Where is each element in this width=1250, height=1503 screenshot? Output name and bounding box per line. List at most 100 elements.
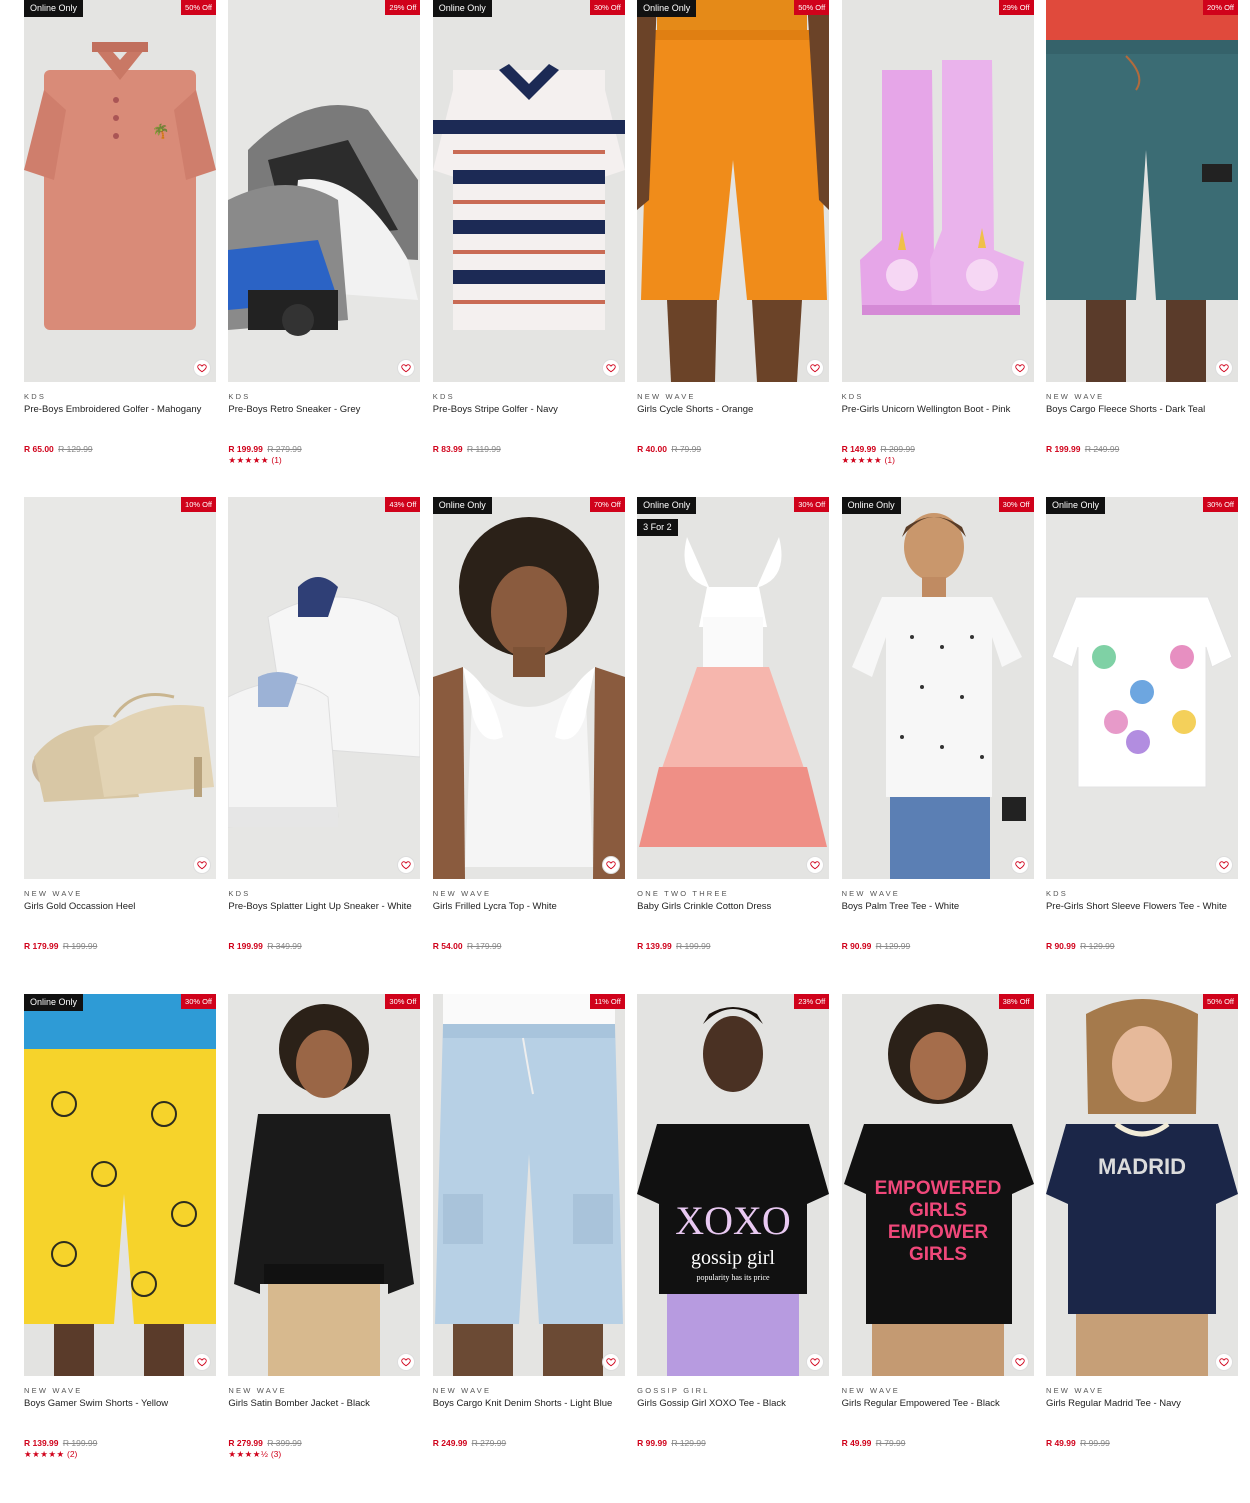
rating[interactable]: ★★★★★ (1)	[842, 455, 1034, 466]
product-card[interactable]: Online Only 30% Off NEW WAVE Boys Palm T…	[841, 497, 1034, 994]
product-name[interactable]: Boys Cargo Knit Denim Shorts - Light Blu…	[433, 1398, 625, 1430]
product-image[interactable]: 29% Off	[841, 0, 1034, 382]
product-card[interactable]: 29% Off KDS Pre-Boys Retro Sneaker - Gre…	[228, 0, 421, 497]
product-image[interactable]: 20% Off	[1045, 0, 1238, 382]
product-card[interactable]: Online Only 30% Off KDS Pre-Boys Stripe …	[432, 0, 625, 497]
product-name[interactable]: Girls Gold Occassion Heel	[24, 901, 216, 933]
product-card[interactable]: 43% Off KDS Pre-Boys Splatter Light Up S…	[228, 497, 421, 994]
product-card[interactable]: 20% Off NEW WAVE Boys Cargo Fleece Short…	[1045, 0, 1238, 497]
sale-price: R 199.99	[228, 941, 263, 951]
product-card[interactable]: Online Only 3 For 2 30% Off ONE TWO THRE…	[637, 497, 830, 994]
online-only-badge: Online Only	[24, 0, 84, 17]
original-price: R 199.99	[676, 941, 711, 951]
product-card[interactable]: EMPOWERED GIRLS EMPOWER GIRLS 38% Off NEW W…	[841, 994, 1034, 1491]
rating[interactable]: ★★★★½ (3)	[228, 1449, 420, 1460]
product-image[interactable]: Online Only 30% Off	[841, 497, 1034, 879]
discount-badge: 50% Off	[794, 0, 830, 15]
product-image[interactable]: EMPOWERED GIRLS EMPOWER GIRLS 38% Off	[841, 994, 1034, 1376]
original-price: R 279.99	[267, 444, 302, 454]
product-name[interactable]: Girls Regular Empowered Tee - Black	[842, 1398, 1034, 1430]
sale-price: R 49.99	[1045, 1438, 1076, 1448]
wishlist-button[interactable]	[1010, 359, 1029, 377]
product-card[interactable]: 29% Off KDS Pre-Girls Unicorn Wellington…	[841, 0, 1034, 497]
product-card[interactable]: 🌴 Online Only 50% Off KDS Pre-Boys Embro…	[24, 0, 216, 497]
product-photo	[24, 994, 216, 1376]
product-card[interactable]: MADRID 50% Off NEW WAVE Girls Regular Ma…	[1045, 994, 1238, 1491]
product-card[interactable]: 30% Off NEW WAVE Girls Satin Bomber Jack…	[228, 994, 421, 1491]
product-card[interactable]: Online Only 30% Off NEW WAVE Boys Gamer …	[24, 994, 216, 1491]
product-card[interactable]: Online Only 50% Off NEW WAVE Girls Cycle…	[637, 0, 830, 497]
wishlist-button[interactable]	[601, 359, 620, 377]
product-image[interactable]: 10% Off	[24, 497, 216, 879]
original-price: R 129.99	[671, 1438, 706, 1448]
sale-price: R 65.00	[24, 444, 54, 454]
product-name[interactable]: Girls Satin Bomber Jacket - Black	[228, 1398, 420, 1430]
product-name[interactable]: Pre-Boys Embroidered Golfer - Mahogany	[24, 404, 216, 436]
wishlist-button[interactable]	[601, 1353, 620, 1371]
product-name[interactable]: Girls Gossip Girl XOXO Tee - Black	[637, 1398, 829, 1430]
online-only-badge: Online Only	[841, 497, 901, 514]
product-name[interactable]: Boys Gamer Swim Shorts - Yellow	[24, 1398, 216, 1430]
product-image[interactable]: 29% Off	[228, 0, 421, 382]
rating[interactable]: ★★★★★ (2)	[24, 1449, 216, 1460]
product-name[interactable]: Boys Palm Tree Tee - White	[842, 901, 1034, 933]
heart-icon	[1014, 1358, 1025, 1367]
product-name[interactable]: Pre-Girls Short Sleeve Flowers Tee - Whi…	[1046, 901, 1238, 933]
product-image[interactable]: Online Only 30% Off	[24, 994, 216, 1376]
popularity-graphic-text: popularity has its price	[697, 1273, 771, 1282]
product-card[interactable]: 10% Off NEW WAVE Girls Gold Occassion He…	[24, 497, 216, 994]
original-price: R 79.99	[671, 444, 702, 454]
wishlist-button[interactable]	[193, 856, 211, 874]
product-image[interactable]: 11% Off	[432, 994, 625, 1376]
heart-icon	[810, 364, 820, 373]
discount-badge: 50% Off	[1202, 994, 1238, 1009]
product-image[interactable]: Online Only 50% Off	[637, 0, 830, 382]
price-row: R 40.00 R 79.99	[637, 444, 829, 454]
product-image[interactable]: 30% Off	[228, 994, 421, 1376]
product-image[interactable]: MADRID 50% Off	[1045, 994, 1238, 1376]
wishlist-button[interactable]	[1010, 856, 1029, 874]
product-name[interactable]: Girls Regular Madrid Tee - Navy	[1046, 1398, 1238, 1430]
product-brand: NEW WAVE	[1045, 1386, 1105, 1395]
product-brand: NEW WAVE	[1045, 392, 1105, 401]
product-image[interactable]: 43% Off	[228, 497, 421, 879]
product-name[interactable]: Boys Cargo Fleece Shorts - Dark Teal	[1046, 404, 1238, 436]
product-card[interactable]: XOXO gossip girl popularity has its pric…	[637, 994, 830, 1491]
price-row: R 90.99 R 129.99	[1046, 941, 1238, 951]
product-image[interactable]: Online Only 70% Off	[432, 497, 625, 879]
product-photo	[851, 513, 1026, 879]
wishlist-button[interactable]	[1214, 1353, 1233, 1371]
discount-badge: 50% Off	[181, 0, 216, 15]
product-image[interactable]: Online Only 3 For 2 30% Off	[637, 497, 830, 879]
wishlist-button[interactable]	[193, 359, 211, 377]
product-image[interactable]: Online Only 30% Off	[432, 0, 625, 382]
heart-icon	[810, 861, 820, 870]
product-card[interactable]: Online Only 30% Off KDS Pre-Girls Short …	[1045, 497, 1238, 994]
product-image[interactable]: XOXO gossip girl popularity has its pric…	[637, 994, 830, 1376]
rating[interactable]: ★★★★★ (1)	[228, 455, 420, 466]
product-name[interactable]: Pre-Girls Unicorn Wellington Boot - Pink	[842, 404, 1034, 436]
product-name[interactable]: Pre-Boys Splatter Light Up Sneaker - Whi…	[228, 901, 420, 933]
wishlist-button[interactable]	[1214, 359, 1233, 377]
wishlist-button[interactable]	[1214, 856, 1233, 874]
wishlist-button[interactable]	[193, 1353, 211, 1371]
wishlist-button[interactable]	[1010, 1353, 1029, 1371]
product-photo: XOXO gossip girl popularity has its pric…	[637, 1007, 830, 1376]
product-brand: NEW WAVE	[228, 1386, 287, 1395]
product-card[interactable]: 11% Off NEW WAVE Boys Cargo Knit Denim S…	[432, 994, 625, 1491]
discount-badge: 38% Off	[998, 994, 1034, 1009]
sale-price: R 199.99	[1045, 444, 1081, 454]
product-image[interactable]: Online Only 30% Off	[1045, 497, 1238, 879]
wishlist-button[interactable]	[601, 856, 620, 874]
online-only-badge: Online Only	[637, 0, 697, 17]
product-name[interactable]: Girls Frilled Lycra Top - White	[433, 901, 625, 933]
heart-icon	[401, 861, 412, 870]
sale-price: R 40.00	[637, 444, 667, 454]
product-image[interactable]: 🌴 Online Only 50% Off	[24, 0, 216, 382]
product-name[interactable]: Baby Girls Crinkle Cotton Dress	[637, 901, 829, 933]
product-name[interactable]: Pre-Boys Retro Sneaker - Grey	[228, 404, 420, 436]
product-name[interactable]: Girls Cycle Shorts - Orange	[637, 404, 829, 436]
product-card[interactable]: Online Only 70% Off NEW WAVE Girls Frill…	[432, 497, 625, 994]
product-name[interactable]: Pre-Boys Stripe Golfer - Navy	[433, 404, 625, 436]
heart-icon	[1219, 861, 1229, 870]
